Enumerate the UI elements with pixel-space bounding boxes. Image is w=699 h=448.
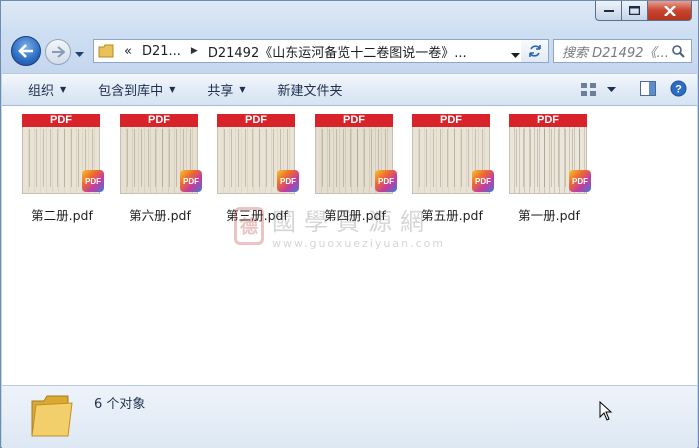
caption-buttons xyxy=(595,1,692,21)
chevron-down-icon xyxy=(75,52,84,57)
dropdown-arrow-icon: ▼ xyxy=(60,85,67,94)
folder-icon xyxy=(98,44,114,58)
close-button[interactable] xyxy=(648,1,692,21)
chevron-down-icon xyxy=(607,86,616,92)
file-item[interactable]: PDF PDF 第四册.pdf xyxy=(311,114,399,224)
pdf-banner: PDF xyxy=(22,114,100,127)
share-menu[interactable]: 共享 ▼ xyxy=(189,74,259,105)
file-item[interactable]: PDF PDF 第二册.pdf xyxy=(18,114,106,224)
maximize-button[interactable] xyxy=(622,1,648,21)
navigation-bar: « D21... ▶ D21492《山东运河备览十二卷图说一卷》... 搜索 D… xyxy=(9,36,692,66)
file-item[interactable]: PDF PDF 第六册.pdf xyxy=(116,114,204,224)
pdf-banner: PDF xyxy=(217,114,295,127)
pdf-thumbnail: PDF PDF xyxy=(120,114,202,196)
file-name[interactable]: 第五册.pdf xyxy=(421,205,483,224)
breadcrumb-current[interactable]: D21492《山东运河备览十二卷图说一卷》... xyxy=(208,42,467,61)
help-button[interactable]: ? xyxy=(670,80,687,100)
include-in-library-menu[interactable]: 包含到库中 ▼ xyxy=(80,74,189,105)
new-folder-button[interactable]: 新建文件夹 xyxy=(260,74,357,105)
file-name[interactable]: 第四册.pdf xyxy=(324,205,386,224)
view-controls: ? xyxy=(581,74,687,105)
view-grid-icon xyxy=(581,82,596,96)
breadcrumb-separator-icon[interactable]: ▶ xyxy=(191,46,198,56)
pdf-banner: PDF xyxy=(120,114,198,127)
arrow-left-icon xyxy=(18,44,33,58)
pdf-app-icon: PDF xyxy=(277,170,299,192)
file-item[interactable]: PDF PDF 第五册.pdf xyxy=(408,114,496,224)
command-bar: 组织 ▼ 包含到库中 ▼ 共享 ▼ 新建文件夹 ? xyxy=(2,73,697,106)
change-view-button[interactable] xyxy=(581,82,616,97)
pdf-app-icon: PDF xyxy=(472,170,494,192)
file-name[interactable]: 第三册.pdf xyxy=(226,205,288,224)
share-label: 共享 xyxy=(207,84,234,99)
preview-pane-button[interactable] xyxy=(640,80,656,99)
recent-pages-button[interactable] xyxy=(75,47,84,61)
pdf-thumbnail: PDF PDF xyxy=(22,114,104,196)
preview-pane-icon xyxy=(640,80,656,96)
address-bar[interactable]: « D21... ▶ D21492《山东运河备览十二卷图说一卷》... xyxy=(93,39,525,63)
pdf-thumbnail: PDF PDF xyxy=(412,114,494,196)
pdf-app-icon: PDF xyxy=(569,170,591,192)
search-icon[interactable] xyxy=(672,45,685,58)
explorer-window: « D21... ▶ D21492《山东运河备览十二卷图说一卷》... 搜索 D… xyxy=(0,0,699,448)
pdf-thumbnail: PDF PDF xyxy=(509,114,591,196)
close-icon xyxy=(663,5,676,16)
breadcrumb-parent[interactable]: D21... xyxy=(142,44,181,59)
watermark-url: www.guoxueziyuan.com xyxy=(272,237,446,250)
forward-button[interactable] xyxy=(45,39,71,65)
file-item[interactable]: PDF PDF 第一册.pdf xyxy=(505,114,593,224)
mouse-cursor-icon xyxy=(599,401,613,421)
folder-icon xyxy=(31,395,73,437)
back-button[interactable] xyxy=(11,36,41,66)
refresh-button[interactable] xyxy=(521,39,549,63)
pdf-banner: PDF xyxy=(412,114,490,127)
new-folder-label: 新建文件夹 xyxy=(277,84,343,99)
arrow-right-icon xyxy=(52,46,65,58)
file-name[interactable]: 第六册.pdf xyxy=(129,205,191,224)
dropdown-arrow-icon: ▼ xyxy=(169,85,176,94)
pdf-app-icon: PDF xyxy=(180,170,202,192)
minimize-button[interactable] xyxy=(595,1,622,21)
search-placeholder: 搜索 D21492《... xyxy=(562,45,669,61)
search-input[interactable]: 搜索 D21492《... xyxy=(553,39,692,63)
file-name[interactable]: 第一册.pdf xyxy=(518,205,580,224)
pdf-thumbnail: PDF PDF xyxy=(217,114,299,196)
refresh-icon xyxy=(528,45,541,57)
pdf-banner: PDF xyxy=(509,114,587,127)
pdf-banner: PDF xyxy=(315,114,393,127)
pdf-app-icon: PDF xyxy=(82,170,104,192)
item-count: 6 个对象 xyxy=(94,397,146,412)
svg-text:?: ? xyxy=(675,83,682,95)
maximize-icon xyxy=(629,6,640,15)
file-item[interactable]: PDF PDF 第三册.pdf xyxy=(213,114,301,224)
minimize-icon xyxy=(603,9,614,12)
include-in-library-label: 包含到库中 xyxy=(98,84,164,99)
address-history-button[interactable] xyxy=(511,48,520,62)
organize-menu[interactable]: 组织 ▼ xyxy=(2,74,80,105)
chevron-down-icon xyxy=(511,53,520,58)
file-name[interactable]: 第二册.pdf xyxy=(31,205,93,224)
address-overflow[interactable]: « xyxy=(124,44,132,59)
dropdown-arrow-icon: ▼ xyxy=(239,85,246,94)
details-pane: 6 个对象 xyxy=(2,385,697,448)
help-icon: ? xyxy=(670,80,687,96)
organize-label: 组织 xyxy=(28,84,55,99)
pdf-thumbnail: PDF PDF xyxy=(315,114,397,196)
pdf-app-icon: PDF xyxy=(375,170,397,192)
file-list[interactable]: PDF PDF 第二册.pdf PDF PDF 第六册.pdf PDF PDF … xyxy=(2,106,697,385)
